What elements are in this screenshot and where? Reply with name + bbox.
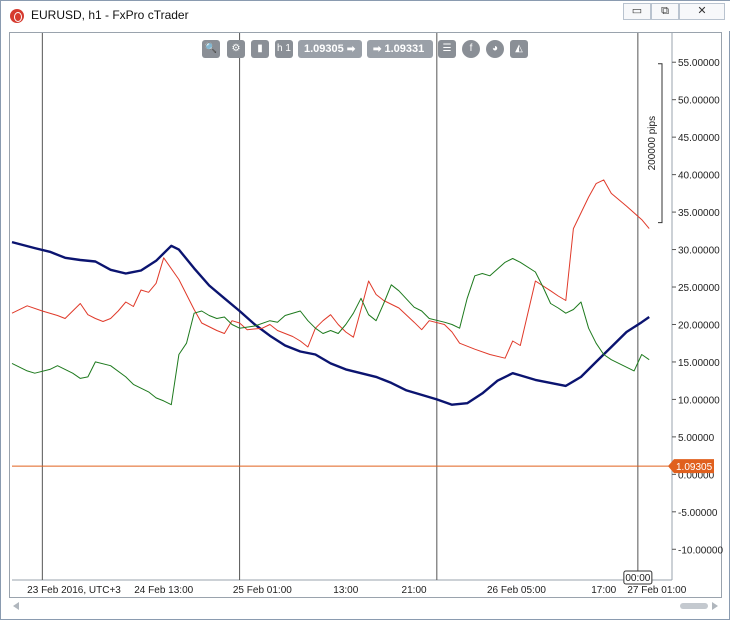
timeframe-label: h 1 <box>277 43 291 54</box>
facebook-share-icon[interactable]: f <box>462 40 480 58</box>
zoom-icon[interactable]: 🔍 <box>202 40 220 58</box>
current-price-label: 1.09305 <box>676 462 713 473</box>
y-tick-label: 35.00000 <box>678 208 720 219</box>
x-tick-label: 24 Feb 13:00 <box>134 585 193 596</box>
buy-price-button[interactable]: ➡ 1.09331 <box>367 40 433 58</box>
scroll-right-icon <box>712 602 718 610</box>
horizontal-scrollbar[interactable] <box>9 598 722 614</box>
y-tick-label: 40.00000 <box>678 171 720 182</box>
drawing-tools-icon[interactable]: ◭ <box>510 40 528 58</box>
sell-price-button[interactable]: 1.09305 ➡ <box>298 40 362 58</box>
x-tick-label: 17:00 <box>591 585 616 596</box>
y-tick-label: -10.00000 <box>678 545 723 556</box>
x-tick-label: 13:00 <box>333 585 358 596</box>
x-tick-label: 21:00 <box>402 585 427 596</box>
scroll-thumb <box>680 603 708 609</box>
arrow-right-icon: ➡ <box>373 44 382 55</box>
y-tick-label: 5.00000 <box>678 433 715 444</box>
ask-price: 1.09331 <box>384 43 425 55</box>
scale-bracket <box>658 63 663 224</box>
bid-price: 1.09305 <box>304 43 344 55</box>
scale-label: 200000 pips <box>647 116 658 171</box>
candlestick-icon[interactable]: ▮ <box>251 40 269 58</box>
y-tick-label: 10.00000 <box>678 395 720 406</box>
y-tick-label: 25.00000 <box>678 283 720 294</box>
y-tick-label: 20.00000 <box>678 320 720 331</box>
x-tick-label: 26 Feb 05:00 <box>487 585 546 596</box>
arrow-right-icon: ➡ <box>346 44 356 55</box>
y-tick-label: 50.00000 <box>678 96 720 107</box>
y-tick-label: 45.00000 <box>678 133 720 144</box>
cursor-time-label: 00:00 <box>625 573 650 584</box>
x-tick-label: 23 Feb 2016, UTC+3 <box>27 585 121 596</box>
x-tick-label: 25 Feb 01:00 <box>233 585 292 596</box>
y-tick-label: -5.00000 <box>678 508 718 519</box>
series-line-0 <box>11 240 650 406</box>
y-tick-label: 55.00000 <box>678 58 720 69</box>
scroll-left-icon <box>13 602 19 610</box>
x-tick-label: 27 Feb 01:00 <box>627 585 686 596</box>
y-tick-label: 30.00000 <box>678 246 720 257</box>
y-tick-label: 15.00000 <box>678 358 720 369</box>
chart-settings-icon[interactable]: ⚙ <box>227 40 245 58</box>
timeframe-button[interactable]: h 1 <box>275 40 293 58</box>
chart-canvas[interactable]: 55.00000 50.00000 45.00000 40.00000 35.00000… <box>0 0 732 622</box>
alert-icon[interactable]: ◕ <box>486 40 504 58</box>
indicators-list-icon[interactable]: ☰ <box>438 40 456 58</box>
